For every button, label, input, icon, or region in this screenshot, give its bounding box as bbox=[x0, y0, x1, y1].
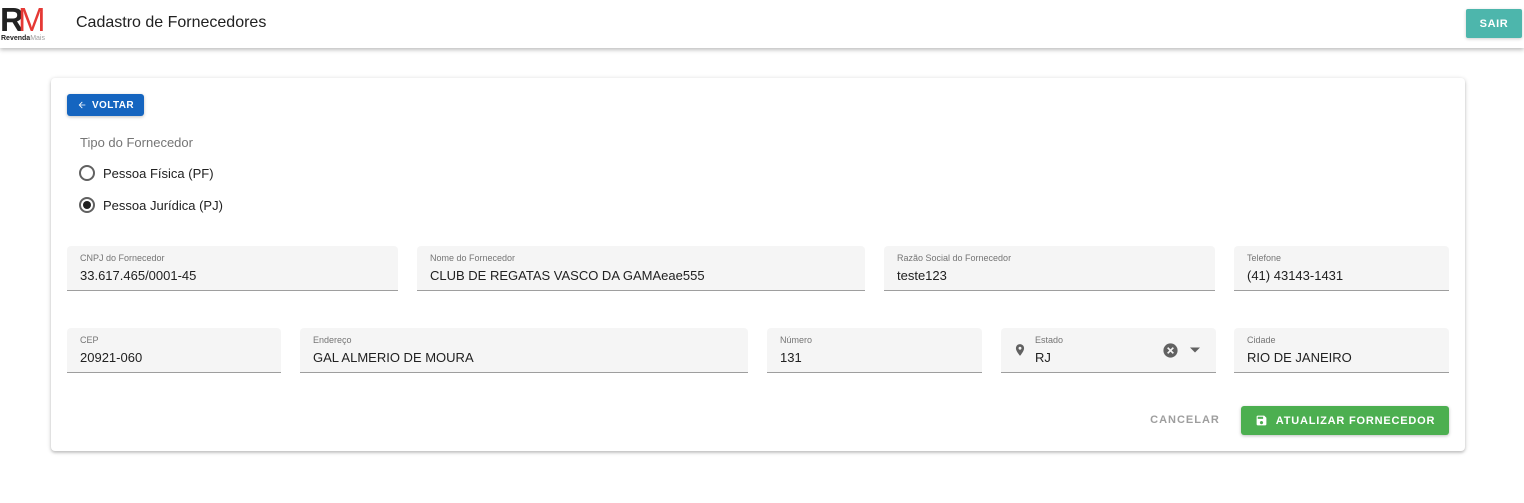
radio-pessoa-juridica-label: Pessoa Jurídica (PJ) bbox=[103, 197, 223, 213]
close-circle-icon[interactable] bbox=[1162, 342, 1179, 359]
cnpj-field-value[interactable]: 33.617.465/0001-45 bbox=[80, 268, 196, 283]
update-supplier-button-label: ATUALIZAR FORNECEDOR bbox=[1275, 414, 1436, 427]
radio-pessoa-fisica[interactable]: Pessoa Física (PF) bbox=[79, 165, 214, 181]
radio-circle-unchecked[interactable] bbox=[79, 165, 95, 181]
supplier-form-card: VOLTAR Tipo do Fornecedor Pessoa Física … bbox=[51, 78, 1465, 451]
state-select[interactable]: Estado RJ bbox=[1001, 328, 1216, 373]
logo-subtitle: RevendaMais bbox=[1, 35, 45, 42]
cep-field-value[interactable]: 20921-060 bbox=[80, 350, 142, 365]
cnpj-field[interactable]: CNPJ do Fornecedor 33.617.465/0001-45 bbox=[67, 246, 398, 291]
map-marker-icon bbox=[1015, 344, 1025, 356]
phone-field-label: Telefone bbox=[1247, 253, 1282, 263]
address-field-label: Endereço bbox=[313, 335, 352, 345]
logo-subtitle-bold: Revenda bbox=[1, 35, 31, 42]
back-button[interactable]: VOLTAR bbox=[67, 94, 144, 116]
logo-subtitle-light: Mais bbox=[30, 35, 45, 42]
state-select-value: RJ bbox=[1035, 350, 1051, 365]
address-field[interactable]: Endereço GAL ALMERIO DE MOURA bbox=[300, 328, 748, 373]
arrow-left-icon bbox=[78, 101, 86, 109]
revenda-mais-logo: R M RevendaMais bbox=[0, 2, 54, 46]
address-field-value[interactable]: GAL ALMERIO DE MOURA bbox=[313, 350, 474, 365]
logo-letter-m: M bbox=[18, 1, 45, 38]
phone-field-value[interactable]: (41) 43143-1431 bbox=[1247, 268, 1343, 283]
company-name-field-value[interactable]: teste123 bbox=[897, 268, 947, 283]
number-field-value[interactable]: 131 bbox=[780, 350, 802, 365]
radio-circle-checked[interactable] bbox=[79, 197, 95, 213]
cancel-button[interactable]: CANCELAR bbox=[1140, 408, 1230, 432]
company-name-field[interactable]: Razão Social do Fornecedor teste123 bbox=[884, 246, 1215, 291]
city-field-value[interactable]: RIO DE JANEIRO bbox=[1247, 350, 1352, 365]
radio-pessoa-fisica-label: Pessoa Física (PF) bbox=[103, 165, 214, 181]
back-button-label: VOLTAR bbox=[91, 99, 135, 111]
radio-pessoa-juridica[interactable]: Pessoa Jurídica (PJ) bbox=[79, 197, 223, 213]
company-name-field-label: Razão Social do Fornecedor bbox=[897, 253, 1012, 263]
city-field-label: Cidade bbox=[1247, 335, 1276, 345]
chevron-down-icon[interactable] bbox=[1190, 347, 1200, 353]
supplier-name-field-label: Nome do Fornecedor bbox=[430, 253, 516, 263]
cep-field-label: CEP bbox=[80, 335, 99, 345]
supplier-type-label: Tipo do Fornecedor bbox=[80, 135, 193, 150]
page-title: Cadastro de Fornecedores bbox=[76, 14, 267, 31]
state-select-label: Estado bbox=[1035, 335, 1064, 345]
update-supplier-button[interactable]: ATUALIZAR FORNECEDOR bbox=[1241, 406, 1449, 435]
phone-field[interactable]: Telefone (41) 43143-1431 bbox=[1234, 246, 1449, 291]
number-field[interactable]: Número 131 bbox=[767, 328, 982, 373]
exit-button[interactable]: SAIR bbox=[1466, 9, 1522, 38]
number-field-label: Número bbox=[780, 335, 813, 345]
city-field[interactable]: Cidade RIO DE JANEIRO bbox=[1234, 328, 1449, 373]
supplier-name-field-value[interactable]: CLUB DE REGATAS VASCO DA GAMAeae555 bbox=[430, 268, 705, 283]
cnpj-field-label: CNPJ do Fornecedor bbox=[80, 253, 165, 263]
supplier-name-field[interactable]: Nome do Fornecedor CLUB DE REGATAS VASCO… bbox=[417, 246, 865, 291]
cep-field[interactable]: CEP 20921-060 bbox=[67, 328, 281, 373]
top-app-bar: R M RevendaMais Cadastro de Fornecedores… bbox=[0, 0, 1524, 48]
floppy-disk-icon bbox=[1256, 415, 1267, 426]
